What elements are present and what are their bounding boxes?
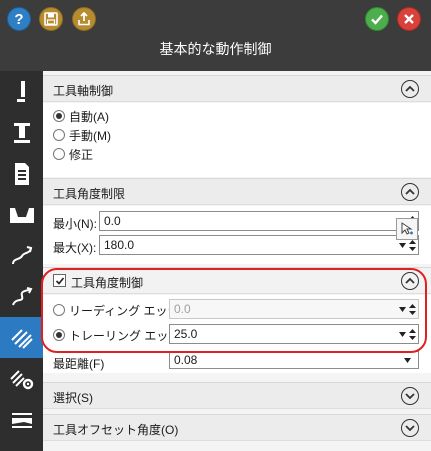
section-body-tool-angle-limit: 最小(N): 0.0 最大(X): 180.0 <box>43 206 431 264</box>
radio-label: 修正 <box>69 147 94 162</box>
levels-icon <box>11 412 32 428</box>
cursor-pick-icon <box>401 222 413 235</box>
radio-button[interactable] <box>53 304 65 316</box>
stepper-icon <box>408 303 416 315</box>
section-header-tool-angle-limit[interactable]: 工具角度制限 <box>43 178 431 205</box>
tool-holder-icon <box>13 122 30 143</box>
section-body-tool-angle-control: リーディング エッジ(L): 0.0 トレーリング エッジ(T): 25.0 最… <box>43 295 431 373</box>
link-path-alt-icon <box>11 286 32 305</box>
expand-toggle[interactable] <box>401 387 419 405</box>
document-list-icon <box>14 162 29 185</box>
section-header-tool-angle-control[interactable]: 工具角度制御 <box>43 267 431 294</box>
radio-label: 自動(A) <box>69 109 109 124</box>
spin-arrows[interactable] <box>396 357 418 363</box>
section-body-tool-axis-control: 自動(A) 手動(M) 修正 <box>43 103 431 177</box>
radio-modify[interactable]: 修正 <box>53 146 93 162</box>
close-icon <box>404 14 414 24</box>
radio-auto[interactable]: 自動(A) <box>53 108 109 124</box>
check-icon <box>371 14 383 25</box>
multi-axis-pattern-icon <box>10 328 33 349</box>
spin-arrows[interactable] <box>396 328 418 340</box>
caret-down-icon <box>398 331 406 337</box>
help-button[interactable]: ? <box>7 7 31 31</box>
max-angle-label: 最大(X): <box>53 241 97 255</box>
title-bar: ? 基本的な動作制御 <box>0 0 431 71</box>
expand-toggle[interactable] <box>401 419 419 437</box>
document-list-button[interactable] <box>0 153 43 194</box>
section-title: 工具角度制限 <box>53 187 126 201</box>
spin-arrows[interactable] <box>396 303 418 315</box>
partial-distance-label: 最距離(F) <box>53 357 105 371</box>
save-button[interactable] <box>39 7 63 31</box>
chevron-down-icon <box>405 425 415 432</box>
tool-angle-control-checkbox[interactable] <box>53 274 66 287</box>
chevron-up-icon <box>405 188 415 195</box>
tool-button[interactable] <box>0 71 43 112</box>
collapse-toggle[interactable] <box>401 183 419 201</box>
max-angle-value: 180.0 <box>104 238 135 252</box>
radio-manual[interactable]: 手動(M) <box>53 127 111 143</box>
trailing-edge-input[interactable]: 25.0 <box>169 324 419 344</box>
caret-down-icon <box>403 357 411 363</box>
link-path-alt-button[interactable] <box>0 276 43 317</box>
min-angle-input[interactable]: 0.0 <box>99 211 419 231</box>
partial-distance-value: 0.08 <box>174 353 198 367</box>
cancel-button[interactable] <box>397 7 421 31</box>
collapse-toggle[interactable] <box>401 80 419 98</box>
section-title: 選択(S) <box>53 391 93 405</box>
caret-down-icon <box>398 306 406 312</box>
radio-button[interactable] <box>53 329 65 341</box>
pattern-settings-button[interactable] <box>0 358 43 399</box>
stock-shape-button[interactable] <box>0 194 43 235</box>
settings-panel: 工具軸制御 自動(A) 手動(M) 修正 工具角度制限 最小(N): 0.0 最… <box>43 71 431 451</box>
radio-button[interactable] <box>53 129 65 141</box>
checkmark-icon <box>55 276 64 285</box>
min-angle-value: 0.0 <box>104 214 121 228</box>
leading-edge-input[interactable]: 0.0 <box>169 299 419 319</box>
left-toolbar <box>0 71 43 451</box>
link-path-icon <box>11 245 32 264</box>
section-title: 工具オフセット角度(O) <box>53 423 179 437</box>
section-title: 工具軸制御 <box>53 84 114 98</box>
section-header-tool-axis-control[interactable]: 工具軸制御 <box>43 75 431 102</box>
radio-label: 手動(M) <box>69 128 111 143</box>
radio-button[interactable] <box>53 110 65 122</box>
section-title: 工具角度制御 <box>71 276 144 290</box>
dialog-title: 基本的な動作制御 <box>159 41 272 57</box>
stepper-icon <box>408 239 416 251</box>
section-header-selection[interactable]: 選択(S) <box>43 382 431 409</box>
chevron-down-icon <box>405 393 415 400</box>
multi-axis-pattern-button[interactable] <box>0 317 43 358</box>
levels-button[interactable] <box>0 399 43 440</box>
help-icon: ? <box>14 10 24 28</box>
collapse-toggle[interactable] <box>401 272 419 290</box>
pick-button[interactable] <box>396 218 418 240</box>
pattern-settings-icon <box>9 369 33 389</box>
export-icon <box>78 12 90 26</box>
tool-icon <box>16 80 25 102</box>
tool-holder-button[interactable] <box>0 112 43 153</box>
leading-edge-value: 0.0 <box>174 302 191 316</box>
max-angle-input[interactable]: 180.0 <box>99 235 419 255</box>
chevron-up-icon <box>405 85 415 92</box>
partial-distance-input[interactable]: 0.08 <box>169 351 419 369</box>
radio-button[interactable] <box>53 148 65 160</box>
section-header-tool-offset-angle[interactable]: 工具オフセット角度(O) <box>43 414 431 441</box>
stock-shape-icon <box>9 207 34 223</box>
trailing-edge-value: 25.0 <box>174 327 198 341</box>
caret-down-icon <box>398 242 406 248</box>
export-button[interactable] <box>72 7 96 31</box>
ok-button[interactable] <box>365 7 389 31</box>
save-icon <box>44 12 58 26</box>
spin-arrows[interactable] <box>396 239 418 251</box>
link-path-button[interactable] <box>0 235 43 276</box>
min-angle-label: 最小(N): <box>53 217 97 231</box>
stepper-icon <box>408 328 416 340</box>
chevron-up-icon <box>405 277 415 284</box>
